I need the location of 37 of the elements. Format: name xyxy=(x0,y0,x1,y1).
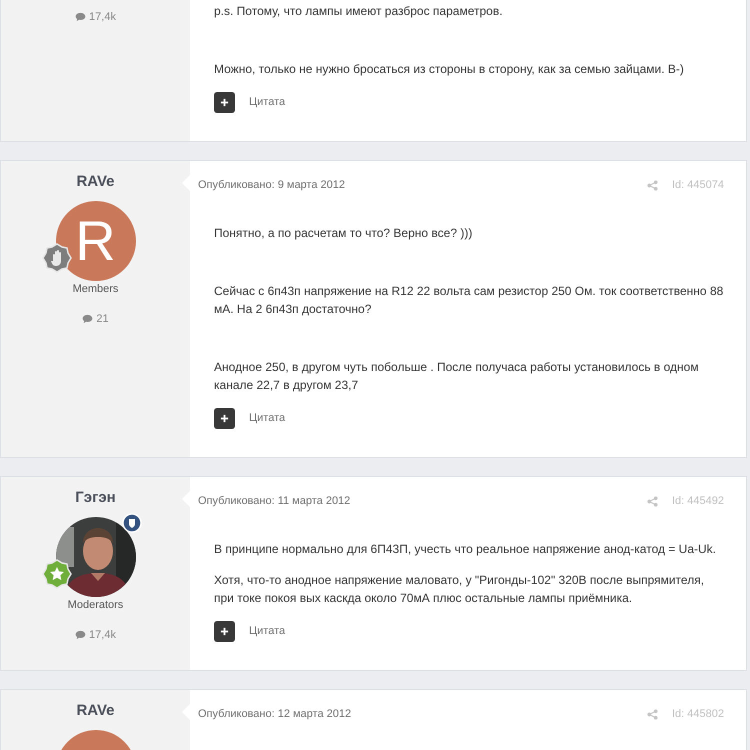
plus-icon xyxy=(220,414,229,423)
post-paragraph: p.s. Потому, что лампы имеют разброс параметров. xyxy=(214,3,504,20)
author-name[interactable]: RAVe xyxy=(76,172,115,192)
post-date: Опубликовано: 11 марта 2012 xyxy=(198,494,350,509)
comment-icon xyxy=(75,630,86,640)
hand-badge-icon xyxy=(42,243,72,273)
post-paragraph: Можно, только не нужно бросаться из стороны в сторону, как за семью зайцами. В-) xyxy=(214,61,685,78)
comment-icon xyxy=(75,12,86,22)
multiquote-button[interactable] xyxy=(214,408,235,429)
comment-icon xyxy=(82,314,94,324)
plus-icon xyxy=(220,627,229,636)
post-count: 21 xyxy=(96,312,109,326)
post-paragraph: Хотя, что-то анодное напряжение маловато, у "Ригонды-102" 320В после выпрямителя, при токе покоя вых каскда около 70мА плюс остальные лампы приёмника. xyxy=(214,572,706,607)
author-name[interactable]: RAVe xyxy=(76,701,115,721)
share-icon xyxy=(647,180,658,190)
avatar: R xyxy=(56,201,136,281)
user-group: Members xyxy=(72,282,118,296)
post-paragraph: Анодное 250, в другом чуть побольше . После получаса работы установилось в одном канале 22,7 в другом 23,7 xyxy=(214,359,700,394)
quote-button[interactable]: Цитата xyxy=(249,623,286,640)
user-group: Moderators xyxy=(68,598,124,612)
share-icon xyxy=(647,496,658,506)
shield-badge-icon xyxy=(122,513,142,533)
quote-button[interactable]: Цитата xyxy=(249,94,286,111)
post-date: Опубликовано: 12 марта 2012 xyxy=(198,706,352,722)
post-count: 17,4k xyxy=(89,10,116,24)
post-paragraph: В принципе нормально для 6П43П, учесть что реальное напряжение анод-катод = Ua-Uk. xyxy=(214,541,717,558)
quote-button[interactable]: Цитата xyxy=(249,410,286,427)
star-badge-icon xyxy=(42,559,72,589)
multiquote-button[interactable] xyxy=(214,92,235,113)
multiquote-button[interactable] xyxy=(214,621,235,642)
plus-icon xyxy=(220,98,229,107)
share-icon xyxy=(647,708,658,720)
post-date: Опубликовано: 9 марта 2012 xyxy=(198,178,345,193)
post-paragraph: Сейчас с 6п43п напряжение на R12 22 вольта сам резистор 250 Ом. ток соответственно 88 мА. На 2 6п43п достаточно? xyxy=(214,283,724,318)
author-name[interactable]: Гэгэн xyxy=(75,488,116,508)
post-paragraph: Понятно, а по расчетам то что? Верно все? ))) xyxy=(214,225,474,242)
post-count: 17,4k xyxy=(89,628,116,642)
